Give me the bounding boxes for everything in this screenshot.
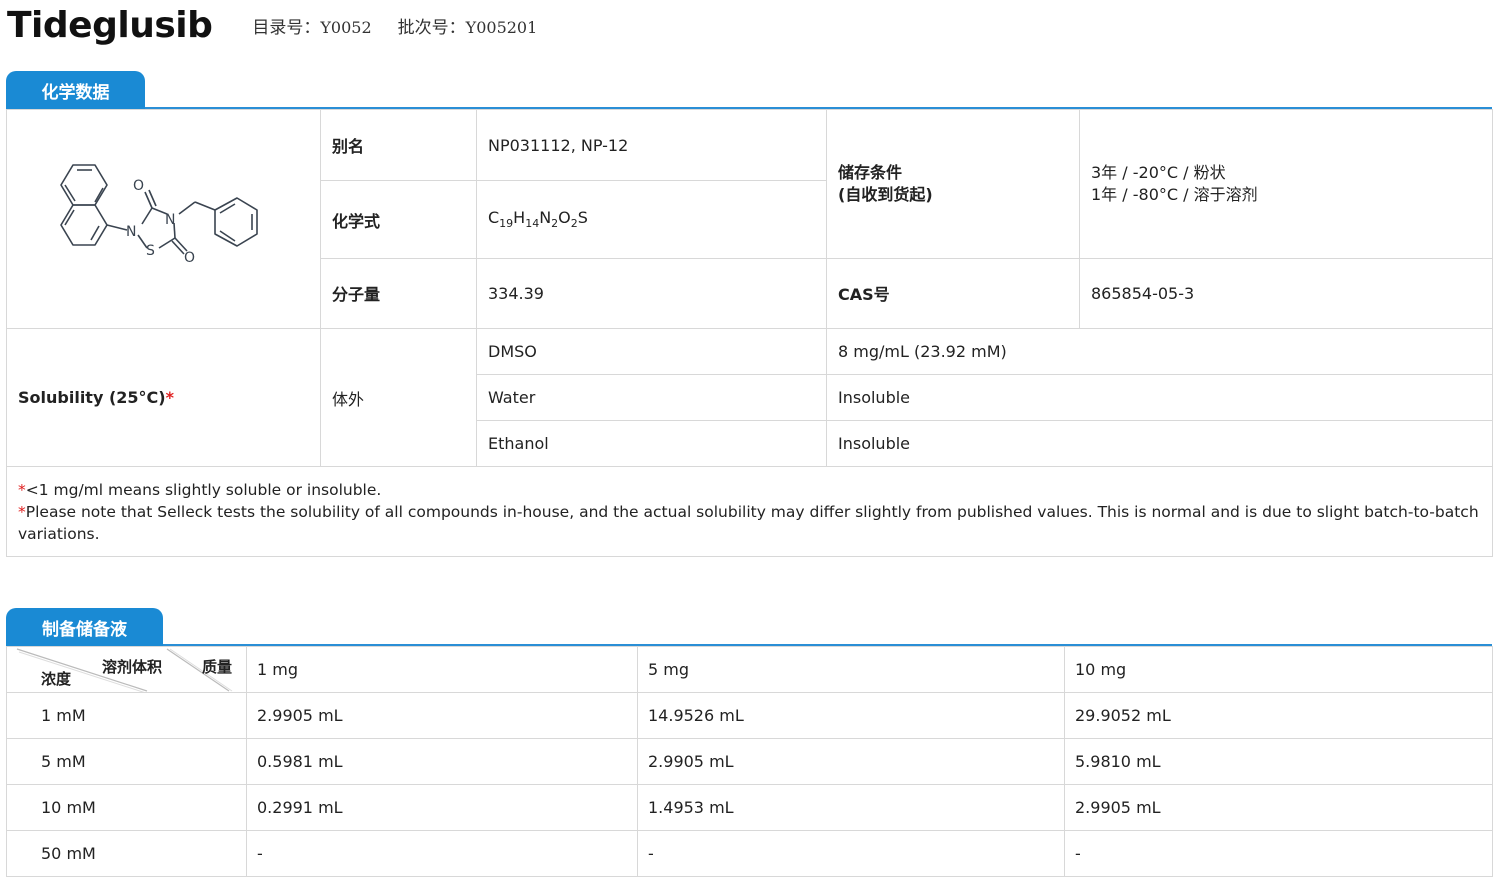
structure-cell: O N N S O (6, 109, 321, 329)
storage-label: 储存条件 (自收到货起) (826, 109, 1080, 259)
catalog-number: 目录号：Y0052 (252, 17, 372, 38)
table-row: O N N S O 别名 NP031112, NP-12 储存条件 (自收到货起… (6, 108, 1493, 329)
volume-cell: 0.2991 mL (246, 784, 638, 831)
table-row: Solubility (25°C)* 体外 DMSO 8 mg/mL (23.9… (6, 328, 1493, 467)
product-header: Tideglusib 目录号：Y0052 批次号：Y005201 (7, 0, 537, 50)
volume-cell: 5.9810 mL (1064, 738, 1493, 785)
alias-value: NP031112, NP-12 (476, 108, 827, 182)
atom-label: S (146, 243, 155, 259)
atom-label: N (126, 224, 136, 240)
table-row: 1 mM 2.9905 mL 14.9526 mL 29.9052 mL (6, 692, 1493, 739)
table-row: 5 mM 0.5981 mL 2.9905 mL 5.9810 mL (6, 738, 1493, 785)
volume-cell: 29.9052 mL (1064, 692, 1493, 739)
table-row: *<1 mg/ml means slightly soluble or inso… (6, 466, 1493, 557)
table-row: 10 mM 0.2991 mL 1.4953 mL 2.9905 mL (6, 784, 1493, 831)
volume-cell: 2.9905 mL (246, 692, 638, 739)
mw-value: 334.39 (476, 257, 827, 330)
formula-value: C19H14N2O2S (476, 180, 827, 259)
volume-cell: 0.5981 mL (246, 738, 638, 785)
mass-label: 质量 (202, 658, 233, 676)
formula-label: 化学式 (320, 180, 477, 259)
stock-section-header: 制备储备液 (6, 608, 1492, 646)
volume-cell: 2.9905 mL (637, 738, 1065, 785)
concentration-cell: 5 mM (6, 738, 247, 785)
column-header: 5 mg (637, 646, 1065, 693)
chemical-data-table: O N N S O 别名 NP031112, NP-12 储存条件 (自收到货起… (6, 108, 1493, 557)
solvent-name: Water (476, 374, 827, 421)
concentration-cell: 1 mM (6, 692, 247, 739)
cas-label: CAS号 (826, 257, 1080, 330)
atom-label: O (184, 250, 195, 266)
tab-stock-solution[interactable]: 制备储备液 (6, 608, 163, 646)
volume-cell: 2.9905 mL (1064, 784, 1493, 831)
solubility-value: Insoluble (826, 374, 1493, 421)
table-header-row: 浓度 溶剂体积 质量 1 mg 5 mg 10 mg (6, 646, 1493, 693)
volume-label: 溶剂体积 (102, 658, 163, 676)
volume-cell: 1.4953 mL (637, 784, 1065, 831)
atom-label: N (165, 212, 175, 228)
solvent-name: Ethanol (476, 420, 827, 467)
chemical-structure-image: O N N S O (60, 164, 258, 266)
column-header: 1 mg (246, 646, 638, 693)
concentration-cell: 50 mM (6, 830, 247, 877)
tab-chemical-data[interactable]: 化学数据 (6, 71, 145, 109)
in-vitro-label: 体外 (320, 328, 477, 467)
solubility-value: 8 mg/mL (23.92 mM) (826, 328, 1493, 375)
mw-label: 分子量 (320, 257, 477, 330)
solubility-value: Insoluble (826, 420, 1493, 467)
atom-label: O (133, 178, 144, 194)
volume-cell: 14.9526 mL (637, 692, 1065, 739)
corner-header: 浓度 溶剂体积 质量 (6, 646, 247, 693)
table-row: 50 mM - - - (6, 830, 1493, 877)
storage-value: 3年 / -20°C / 粉状 1年 / -80°C / 溶于溶剂 (1079, 109, 1493, 259)
solubility-notes: *<1 mg/ml means slightly soluble or inso… (6, 466, 1493, 557)
volume-cell: - (246, 830, 638, 877)
solvent-name: DMSO (476, 328, 827, 375)
stock-solution-table: 浓度 溶剂体积 质量 1 mg 5 mg 10 mg 1 mM 2.9905 m… (6, 646, 1493, 877)
cas-value: 865854-05-3 (1079, 257, 1493, 330)
concentration-label: 浓度 (41, 670, 72, 688)
volume-cell: - (1064, 830, 1493, 877)
product-name: Tideglusib (7, 4, 213, 46)
chemical-section-header: 化学数据 (6, 71, 1492, 109)
alias-label: 别名 (320, 108, 477, 182)
batch-number: 批次号：Y005201 (397, 17, 538, 38)
solubility-label: Solubility (25°C)* (6, 328, 321, 467)
column-header: 10 mg (1064, 646, 1493, 693)
note-line: *Please note that Selleck tests the solu… (18, 503, 1479, 543)
volume-cell: - (637, 830, 1065, 877)
concentration-cell: 10 mM (6, 784, 247, 831)
note-line: *<1 mg/ml means slightly soluble or inso… (18, 481, 382, 499)
